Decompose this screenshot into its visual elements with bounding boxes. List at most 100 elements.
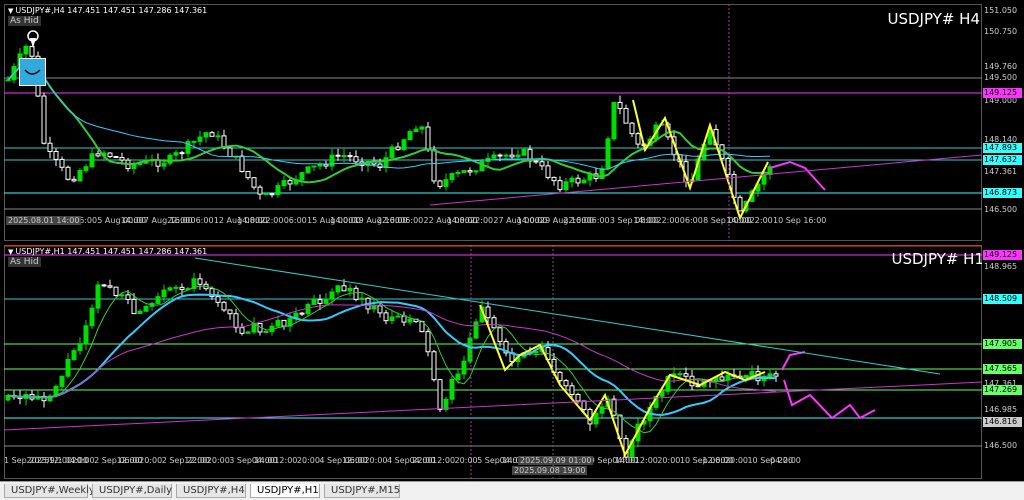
tab-usdjpy-m15[interactable]: USDJPY#,M15 [324, 484, 400, 498]
h1-candle [89, 304, 95, 330]
h1-time-label: 04:00 [409, 456, 433, 465]
h1-candle [239, 323, 245, 336]
h1-candle [353, 285, 359, 302]
h1-time-label: 20:00 [139, 456, 163, 465]
h1-descending-trend-line [194, 257, 941, 375]
h1-candle [437, 378, 443, 413]
h1-candle [563, 378, 569, 391]
h1-time-crosshair-box: 2025.09.09 01:00 [518, 456, 594, 465]
h1-price-level-box: 149.125 [983, 250, 1022, 260]
h1-candle [77, 337, 83, 355]
h1-candle [23, 391, 29, 406]
h1-price-level-box: 148.509 [983, 294, 1022, 304]
h1-candle [251, 317, 257, 335]
h1-candle [257, 323, 263, 336]
h1-time-label: 12:00 [634, 456, 658, 465]
h1-candle [179, 283, 185, 296]
h1-candle [155, 292, 161, 304]
h1-candle [401, 311, 407, 327]
h1-candle [191, 272, 197, 293]
h1-candle [71, 347, 77, 362]
h1-time-label: 12:00 [116, 456, 140, 465]
h1-time-label: 12:00 [702, 456, 726, 465]
h1-time-label: 20:00 [71, 456, 95, 465]
h1-time-label: 20:00 [364, 456, 388, 465]
h1-time-label: 04:00 [251, 456, 275, 465]
h1-candle [377, 302, 383, 318]
h1-candle [221, 301, 227, 313]
h1-price-level-box: 147.905 [983, 339, 1022, 349]
h1-time-label: 20:00 [454, 456, 478, 465]
h1-candle [425, 328, 431, 357]
h1-time-label: 12:00 [184, 456, 208, 465]
h1-as-hid-tag[interactable]: As Hid [8, 257, 41, 267]
h1-candle [611, 395, 617, 417]
h1-candle [473, 318, 479, 339]
h1-candle [281, 319, 287, 330]
h1-candle [383, 310, 389, 325]
h1-candle [245, 330, 251, 334]
h1-time-label: 20:00 [296, 456, 320, 465]
h1-candle [137, 309, 143, 315]
h1-ascending-trend-line [3, 381, 983, 431]
h1-time-label: 20:00 [724, 456, 748, 465]
h1-candle [113, 286, 119, 297]
h1-chart-header: ▼ USDJPY#,H1 147.451 147.451 147.286 147.… [8, 247, 208, 256]
h1-candle [143, 304, 149, 312]
h1-time-label: 04:00 [770, 456, 794, 465]
h1-candle [443, 396, 449, 412]
h1-candle [197, 273, 203, 290]
h1-candle [65, 352, 71, 379]
h1-candle [29, 390, 35, 402]
h1-candle [95, 281, 101, 314]
h1-candle [149, 301, 155, 311]
h1-candle [335, 285, 341, 296]
h1-candle [503, 338, 509, 357]
h1-symbol-title: USDJPY# H1 [891, 250, 984, 268]
h1-candle [233, 308, 239, 333]
h1-forecast-up-line [781, 351, 806, 371]
h1-candle [167, 286, 173, 292]
tab-usdjpy-daily[interactable]: USDJPY#,Daily [92, 484, 172, 498]
h1-price-level-box: 147.269 [983, 385, 1022, 395]
h1-candle [491, 315, 497, 329]
h1-price-label: 146.985 [984, 405, 1018, 414]
h1-candle [389, 310, 395, 325]
h1-candle [311, 294, 317, 305]
h1-candle [263, 330, 269, 334]
h1-candle [461, 355, 467, 380]
h1-price-label: 146.500 [984, 441, 1018, 450]
h1-candle [323, 293, 329, 306]
h1-time-label: 20:00 [206, 456, 230, 465]
h1-candle [455, 368, 461, 384]
h1-candle [35, 390, 41, 401]
h1-candle [83, 320, 89, 350]
h1-time-label: 12:00 [49, 456, 73, 465]
h1-candle [305, 302, 311, 317]
h1-candle [215, 291, 221, 307]
h1-time-crosshair-box: 2025.09.08 19:00 [512, 466, 588, 475]
h1-candle [59, 375, 65, 390]
h1-price-level-box: 146.816 [983, 417, 1022, 427]
h1-price-level-box: 147.565 [983, 364, 1022, 374]
h1-time-label: 12:00 [341, 456, 365, 465]
h1-candle [41, 392, 47, 408]
h1-candle [293, 307, 299, 324]
h1-candle [347, 284, 353, 297]
h1-candle [371, 299, 377, 313]
tab-usdjpy-h1[interactable]: USDJPY#,H1 [250, 484, 320, 498]
h1-candle [359, 292, 365, 305]
h1-time-label: 20:00 [657, 456, 681, 465]
h1-candle [299, 312, 305, 317]
tab-usdjpy-weekly[interactable]: USDJPY#,Weekly [4, 484, 95, 498]
h1-candle [407, 314, 413, 326]
h1-candle [773, 370, 779, 382]
h1-candle [677, 370, 683, 378]
h1-candle [599, 402, 605, 419]
h1-candle [449, 376, 455, 404]
tab-usdjpy-h4[interactable]: USDJPY#,H4 [176, 484, 246, 498]
h1-time-label: 12:00 [274, 456, 298, 465]
h1-candle [431, 349, 437, 382]
h1-candle [569, 382, 575, 398]
h1-forecast-down-line [783, 379, 876, 420]
